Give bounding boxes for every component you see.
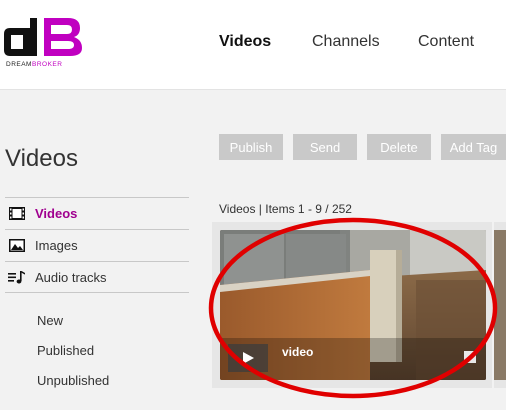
- film-icon: [7, 207, 27, 221]
- play-icon: [243, 352, 254, 364]
- publish-button[interactable]: Publish: [219, 134, 283, 160]
- video-card[interactable]: video: [220, 230, 486, 380]
- image-icon: [7, 239, 27, 253]
- video-filter-list: New Published Unpublished: [37, 305, 109, 395]
- select-checkbox[interactable]: [464, 351, 476, 363]
- top-header: DREAMBROKER Videos Channels Content: [0, 0, 506, 90]
- filter-unpublished[interactable]: Unpublished: [37, 365, 109, 395]
- sidebar-media-list: Videos Images Audio tracks: [5, 197, 189, 293]
- sidebar-item-label: Images: [35, 238, 78, 253]
- sidebar-item-audio-tracks[interactable]: Audio tracks: [5, 261, 189, 293]
- sidebar-item-videos[interactable]: Videos: [5, 197, 189, 229]
- filter-new[interactable]: New: [37, 305, 109, 335]
- nav-content[interactable]: Content: [418, 33, 474, 51]
- sidebar-item-label: Audio tracks: [35, 269, 107, 285]
- page-title: Videos: [5, 145, 78, 172]
- sidebar-item-images[interactable]: Images: [5, 229, 189, 261]
- items-count-breadcrumb: Videos | Items 1 - 9 / 252: [219, 202, 352, 216]
- next-video-thumbnail[interactable]: [494, 230, 506, 380]
- play-button[interactable]: [228, 344, 268, 372]
- nav-channels[interactable]: Channels: [312, 33, 380, 51]
- add-tag-button[interactable]: Add Tag: [441, 134, 506, 160]
- delete-button[interactable]: Delete: [367, 134, 431, 160]
- send-button[interactable]: Send: [293, 134, 357, 160]
- filter-published[interactable]: Published: [37, 335, 109, 365]
- sidebar-item-label: Videos: [35, 206, 78, 221]
- logo-wordmark: DREAMBROKER: [6, 61, 63, 68]
- nav-videos[interactable]: Videos: [219, 33, 271, 51]
- audio-list-icon: [7, 270, 27, 284]
- video-title: video: [282, 345, 314, 359]
- logo-mark: [4, 18, 82, 56]
